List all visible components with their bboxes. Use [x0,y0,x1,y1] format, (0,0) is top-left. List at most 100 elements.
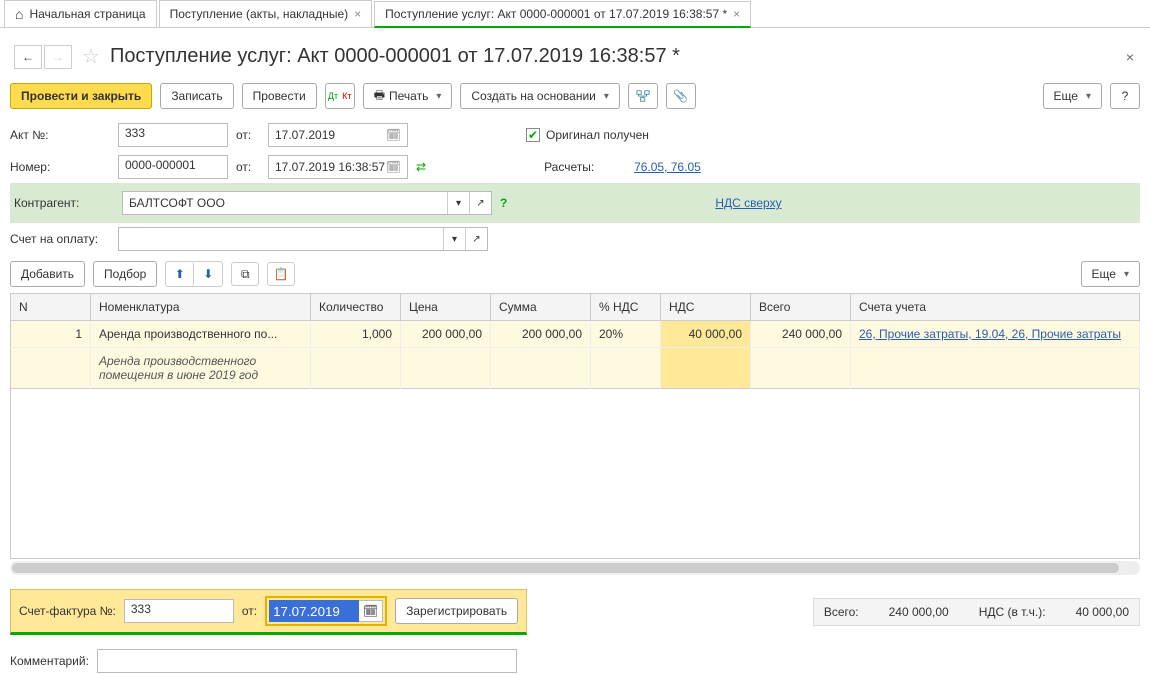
cell-price: 200 000,00 [401,321,491,348]
register-button[interactable]: Зарегистрировать [395,598,518,624]
dt-kt-button[interactable]: ДтКт [325,83,355,109]
arrow-down-icon: ⬇ [203,267,213,281]
related-docs-button[interactable] [628,83,658,109]
post-button[interactable]: Провести [242,83,317,109]
horizontal-scrollbar[interactable] [10,561,1140,575]
status-icon: ⇄ [416,160,426,174]
sf-number-input[interactable]: 333 [124,599,234,623]
copy-button[interactable]: ⧉ [231,262,259,286]
footer-bar: Счет-фактура №: 333 от: 🗓 Зарегистрирова… [10,589,1140,635]
dropdown-icon[interactable]: ▾ [443,228,465,250]
cell-vat-rate: 20% [591,321,661,348]
page-title: Поступление услуг: Акт 0000-000001 от 17… [110,45,680,68]
sf-label: Счет-фактура №: [19,604,116,618]
nav-back-button[interactable]: ← [14,45,42,69]
number-date-input[interactable]: 17.07.2019 16:38:57 🗓 [268,155,408,179]
accounts-link[interactable]: 26, Прочие затраты, 19.04, 26, Прочие за… [859,327,1121,341]
total-label: Всего: [824,605,859,619]
tab-receipts[interactable]: Поступление (акты, накладные) × [159,0,373,27]
act-no-input[interactable]: 333 [118,123,228,147]
close-icon[interactable]: × [733,7,740,21]
table-row-desc[interactable]: Аренда производственного помещения в июн… [11,348,1140,389]
col-accounts[interactable]: Счета учета [851,294,1140,321]
attach-button[interactable]: 📎 [666,83,696,109]
open-icon[interactable]: ↗ [469,192,491,214]
calendar-icon[interactable]: 🗓 [386,160,401,174]
settlements-link[interactable]: 76.05, 76.05 [634,160,701,174]
open-icon[interactable]: ↗ [465,228,487,250]
tab-label: Поступление (акты, накладные) [170,7,349,21]
paste-button[interactable]: 📋 [267,262,295,286]
totals-block: Всего: 240 000,00 НДС (в т.ч.): 40 000,0… [813,598,1140,626]
act-date-value: 17.07.2019 [275,128,335,142]
cell-accounts: 26, Прочие затраты, 19.04, 26, Прочие за… [851,321,1140,348]
close-icon[interactable]: × [354,7,361,21]
settlements-label: Расчеты: [544,160,624,174]
tab-current-doc[interactable]: Поступление услуг: Акт 0000-000001 от 17… [374,1,751,28]
dropdown-icon[interactable]: ▾ [447,192,469,214]
add-row-button[interactable]: Добавить [10,261,85,287]
home-icon: ⌂ [15,6,23,22]
from-label: от: [236,128,260,142]
close-icon[interactable]: × [1126,49,1140,65]
comment-input[interactable] [97,649,517,673]
more-button[interactable]: Еще [1043,83,1102,109]
favorite-icon[interactable]: ☆ [82,44,100,69]
invoice-input[interactable]: ▾ ↗ [118,227,488,251]
col-qty[interactable]: Количество [311,294,401,321]
act-no-label: Акт №: [10,128,110,142]
main-toolbar: Провести и закрыть Записать Провести ДтК… [0,83,1150,119]
counterparty-value: БАЛТСОФТ ООО [123,196,447,210]
tab-label: Поступление услуг: Акт 0000-000001 от 17… [385,7,727,21]
cell-n: 1 [11,321,91,348]
col-vat-rate[interactable]: % НДС [591,294,661,321]
original-received-checkbox[interactable]: ✔ Оригинал получен [526,128,649,142]
write-button[interactable]: Записать [160,83,233,109]
vat-incl-label: НДС (в т.ч.): [979,605,1046,619]
print-icon: 🖶 [374,86,385,107]
col-sum[interactable]: Сумма [491,294,591,321]
table-row[interactable]: 1 Аренда производственного по... 1,000 2… [11,321,1140,348]
title-bar: ← → ☆ Поступление услуг: Акт 0000-000001… [0,28,1150,83]
table-more-button[interactable]: Еще [1081,261,1140,287]
paperclip-icon: 📎 [673,89,688,103]
move-down-button[interactable]: ⬇ [194,262,222,286]
paste-icon: 📋 [274,267,289,281]
items-table: N Номенклатура Количество Цена Сумма % Н… [10,293,1140,389]
copy-icon: ⧉ [241,267,250,282]
col-price[interactable]: Цена [401,294,491,321]
move-up-button[interactable]: ⬆ [166,262,194,286]
calendar-icon[interactable]: 🗓 [386,128,401,142]
scrollbar-thumb[interactable] [12,563,1119,573]
print-button[interactable]: 🖶 Печать [363,83,453,109]
total-value: 240 000,00 [889,605,949,619]
cell-vat: 40 000,00 [661,321,751,348]
col-n[interactable]: N [11,294,91,321]
col-vat[interactable]: НДС [661,294,751,321]
help-icon[interactable]: ? [500,196,507,210]
sf-date-input[interactable] [269,600,359,622]
check-icon: ✔ [526,128,540,142]
nav-forward-button[interactable]: → [44,45,72,69]
cell-qty: 1,000 [311,321,401,348]
help-button[interactable]: ? [1110,83,1140,109]
tab-home[interactable]: ⌂ Начальная страница [4,0,157,27]
comment-label: Комментарий: [10,654,89,668]
act-date-input[interactable]: 17.07.2019 🗓 [268,123,408,147]
vat-mode-link[interactable]: НДС сверху [715,196,781,210]
number-input[interactable]: 0000-000001 [118,155,228,179]
post-and-close-button[interactable]: Провести и закрыть [10,83,152,109]
calendar-icon[interactable]: 🗓 [359,600,383,622]
col-total[interactable]: Всего [751,294,851,321]
sf-date-highlight: 🗓 [265,596,387,626]
cell-nomenclature: Аренда производственного по... [91,321,311,348]
comment-row: Комментарий: [0,635,1150,673]
vat-incl-value: 40 000,00 [1076,605,1129,619]
print-label: Печать [389,89,428,103]
col-nomenclature[interactable]: Номенклатура [91,294,311,321]
from-label: от: [236,160,260,174]
tab-bar: ⌂ Начальная страница Поступление (акты, … [0,0,1150,28]
select-items-button[interactable]: Подбор [93,261,157,287]
create-based-button[interactable]: Создать на основании [460,83,620,109]
counterparty-input[interactable]: БАЛТСОФТ ООО ▾ ↗ [122,191,492,215]
